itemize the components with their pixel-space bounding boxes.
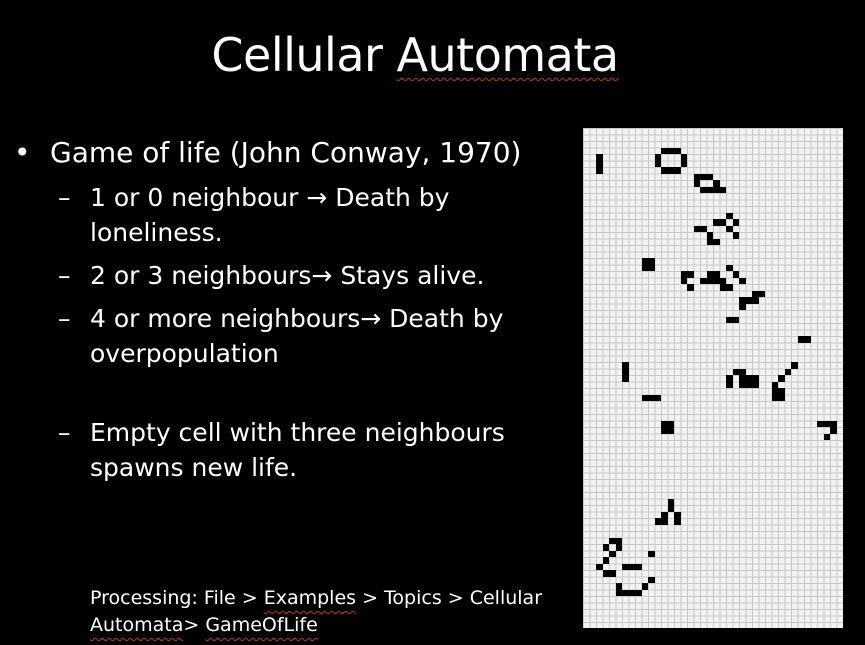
live-cell [778, 375, 785, 382]
live-cell [758, 290, 765, 297]
footer-automata: Automata [90, 614, 184, 636]
live-cell [726, 284, 733, 291]
dash-marker: – [58, 261, 71, 290]
live-cell [648, 576, 655, 583]
game-of-life-grid [583, 128, 843, 628]
title-word-automata: Automata [396, 28, 620, 82]
rule-stays-alive-text: 2 or 3 neighbours→ Stays alive. [90, 261, 485, 290]
live-cell [732, 219, 739, 226]
live-cell [713, 186, 720, 193]
live-cell [739, 303, 746, 310]
bullet-list: • Game of life (John Conway, 1970) – 1 o… [14, 134, 574, 485]
live-cell [713, 238, 720, 245]
slide-title: Cellular Automata [0, 24, 830, 86]
live-cell [674, 167, 681, 174]
bullet-dot: • [14, 136, 31, 169]
dash-marker: – [58, 418, 71, 447]
live-cell [791, 362, 798, 369]
footer-prefix: Processing: File > [90, 587, 264, 609]
live-cell [778, 394, 785, 401]
live-cell [667, 427, 674, 434]
live-cell [602, 557, 609, 564]
live-cell [635, 589, 642, 596]
live-cell [823, 433, 830, 440]
processing-path-note: Processing: File > Examples > Topics > C… [90, 585, 560, 639]
rule-stays-alive: – 2 or 3 neighbours→ Stays alive. [14, 258, 574, 293]
rule-overpopulation-text: 4 or more neighbours→ Death by overpopul… [90, 304, 504, 368]
live-cell [752, 297, 759, 304]
footer-examples: Examples [263, 587, 357, 609]
live-cell [726, 381, 733, 388]
footer-topics: > Topics > Cellular [356, 587, 543, 609]
live-cell [674, 518, 681, 525]
live-cell [739, 277, 746, 284]
bullet-main-text: Game of life (John Conway, 1970) [50, 136, 522, 169]
rule-spawn-text: Empty cell with three neighbours spawns … [90, 418, 505, 482]
bullet-game-of-life: • Game of life (John Conway, 1970) [14, 134, 574, 172]
rule-spawn: – Empty cell with three neighbours spawn… [14, 415, 574, 485]
footer-separator: > [183, 614, 206, 636]
live-cell [719, 186, 726, 193]
live-cell [615, 544, 622, 551]
live-cell [648, 550, 655, 557]
live-cell [680, 160, 687, 167]
live-cell [687, 284, 694, 291]
live-cell [830, 427, 837, 434]
live-cell [641, 583, 648, 590]
dash-marker: – [58, 183, 71, 212]
live-cell [622, 375, 629, 382]
live-cell [596, 167, 603, 174]
live-cell [804, 336, 811, 343]
footer-gameoflife: GameOfLife [205, 614, 318, 636]
live-cell [609, 570, 616, 577]
live-cell [648, 264, 655, 271]
live-cell [732, 232, 739, 239]
live-cell [784, 368, 791, 375]
live-cell [732, 316, 739, 323]
title-word-cellular: Cellular [211, 28, 383, 82]
live-cell [687, 271, 694, 278]
live-cell [661, 518, 668, 525]
rule-overpopulation: – 4 or more neighbours→ Death by overpop… [14, 301, 574, 371]
live-cell [635, 563, 642, 570]
rule-loneliness: – 1 or 0 neighbour → Death by loneliness… [14, 180, 574, 250]
live-cell [752, 381, 759, 388]
dash-marker: – [58, 304, 71, 333]
live-cell [654, 394, 661, 401]
rule-loneliness-text: 1 or 0 neighbour → Death by loneliness. [90, 183, 450, 247]
live-cell [609, 550, 616, 557]
